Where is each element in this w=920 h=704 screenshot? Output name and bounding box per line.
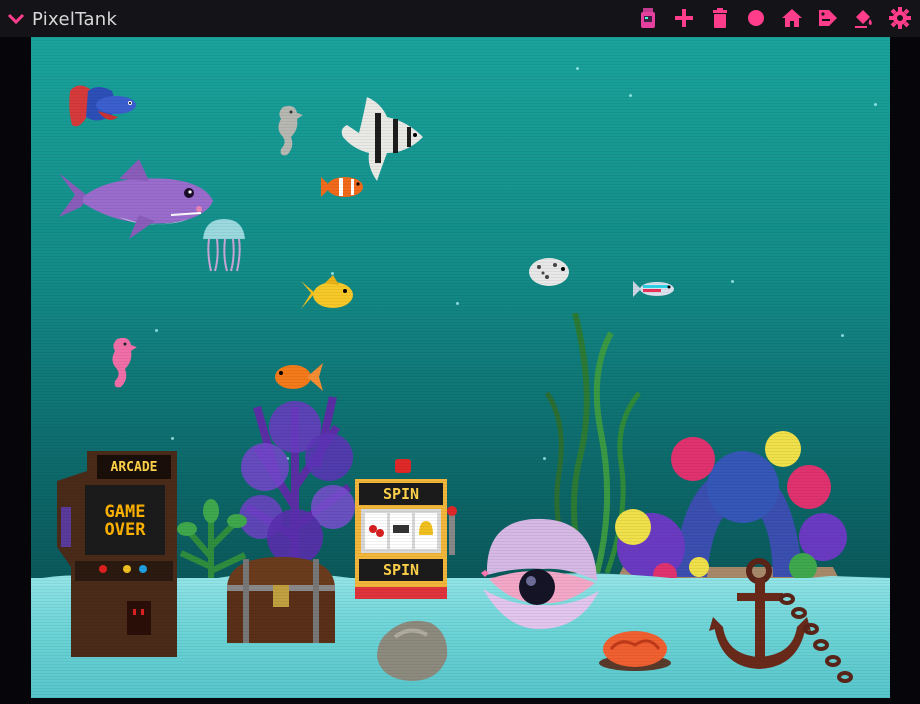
- add-button[interactable]: [672, 6, 696, 30]
- bubble: [155, 329, 158, 332]
- home-icon: [782, 9, 802, 27]
- gear-icon: [889, 7, 911, 29]
- arcade-screen-line1: GAME: [104, 502, 146, 522]
- slot-machine[interactable]: SPIN SPIN: [353, 459, 465, 601]
- clam-pearl[interactable]: [477, 515, 603, 633]
- paint-bucket-icon: [855, 10, 872, 28]
- slot-top-label: SPIN: [382, 485, 420, 503]
- title-bar: PixelTank: [0, 0, 920, 38]
- fill-button[interactable]: [852, 6, 876, 30]
- trash-icon: [713, 8, 727, 28]
- treasure-chest[interactable]: [223, 555, 339, 645]
- arcade-screen: GAME OVER: [85, 503, 165, 539]
- clownfish[interactable]: [321, 173, 365, 201]
- settings-button[interactable]: [888, 6, 912, 30]
- arcade-cabinet-body: [57, 451, 177, 657]
- chevron-down-icon[interactable]: [6, 9, 26, 29]
- bubble: [629, 94, 632, 97]
- arcade-marquee: ARCADE: [110, 459, 158, 475]
- rock[interactable]: [375, 615, 451, 683]
- record-icon: [748, 10, 764, 26]
- angelfish[interactable]: [337, 93, 425, 183]
- seahorse-pink[interactable]: [105, 335, 137, 391]
- neon-tetra[interactable]: [633, 279, 677, 299]
- delete-button[interactable]: [708, 6, 732, 30]
- toolbar: [636, 6, 912, 30]
- arcade-screen-line2: OVER: [104, 520, 146, 540]
- slot-bottom-label: SPIN: [382, 561, 420, 579]
- bubble: [841, 334, 844, 337]
- bubble: [576, 67, 579, 70]
- jar-button[interactable]: [636, 6, 660, 30]
- frame-right: [890, 37, 920, 704]
- seahorse-grey[interactable]: [269, 103, 305, 159]
- bubble: [171, 437, 174, 440]
- purple-coral[interactable]: [237, 387, 357, 577]
- anchor[interactable]: [707, 557, 857, 687]
- tag-button[interactable]: [816, 6, 840, 30]
- pufferfish[interactable]: [527, 255, 573, 289]
- bubble: [456, 302, 459, 305]
- jar-icon: [641, 8, 655, 28]
- frame-left: [0, 37, 31, 704]
- brain-coral[interactable]: [597, 619, 673, 671]
- aquarium-canvas[interactable]: ARCADE GAME OVER SPIN SPIN: [31, 37, 890, 698]
- bubble: [874, 103, 877, 106]
- goldfish[interactable]: [301, 275, 357, 313]
- arcade-cabinet[interactable]: ARCADE GAME OVER: [57, 451, 177, 657]
- bubble: [731, 280, 734, 283]
- record-button[interactable]: [744, 6, 768, 30]
- home-button[interactable]: [780, 6, 804, 30]
- app-title: PixelTank: [32, 8, 118, 30]
- betta-fish[interactable]: [68, 81, 140, 141]
- add-icon: [675, 9, 693, 27]
- tag-icon: [819, 10, 837, 26]
- shark[interactable]: [59, 157, 215, 249]
- jellyfish[interactable]: [201, 217, 247, 273]
